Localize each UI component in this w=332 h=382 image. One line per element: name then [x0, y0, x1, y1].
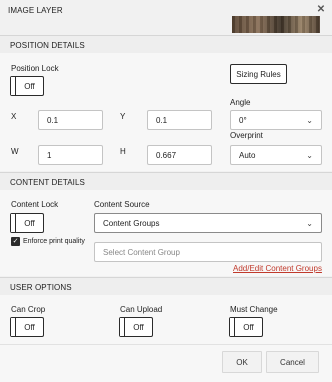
chevron-down-icon: ⌄ [306, 218, 313, 228]
h-value: 0.667 [156, 150, 177, 160]
y-value: 0.1 [156, 115, 168, 125]
enforce-print-quality-label: Enforce print quality [23, 238, 85, 245]
overprint-select[interactable]: Auto ⌄ [230, 145, 322, 165]
must-change-toggle[interactable]: Off [229, 317, 263, 337]
must-change-value: Off [243, 322, 254, 332]
close-icon[interactable]: ✕ [316, 5, 326, 15]
x-input[interactable]: 0.1 [38, 110, 103, 130]
x-value: 0.1 [47, 115, 59, 125]
can-upload-label: Can Upload [120, 305, 163, 314]
can-upload-value: Off [133, 322, 144, 332]
angle-select[interactable]: 0° ⌄ [230, 110, 322, 130]
angle-label: Angle [230, 98, 251, 107]
enforce-print-quality-checkbox[interactable]: ✓ [11, 237, 20, 246]
cancel-button[interactable]: Cancel [266, 351, 319, 373]
position-lock-value: Off [24, 81, 35, 91]
dialog-title: IMAGE LAYER [8, 6, 63, 15]
x-label: X [11, 112, 17, 121]
chevron-down-icon: ⌄ [306, 150, 313, 160]
w-input[interactable]: 1 [38, 145, 103, 165]
h-input[interactable]: 0.667 [147, 145, 212, 165]
ok-button[interactable]: OK [222, 351, 262, 373]
content-source-label: Content Source [94, 200, 150, 209]
sizing-rules-button[interactable]: Sizing Rules [230, 64, 287, 84]
content-source-select[interactable]: Content Groups ⌄ [94, 213, 322, 233]
angle-value: 0° [239, 115, 247, 125]
y-input[interactable]: 0.1 [147, 110, 212, 130]
w-value: 1 [47, 150, 52, 160]
content-lock-value: Off [24, 218, 35, 228]
w-label: W [11, 147, 19, 156]
image-thumbnail [232, 16, 320, 33]
can-upload-toggle[interactable]: Off [119, 317, 153, 337]
position-lock-toggle[interactable]: Off [10, 76, 44, 96]
h-label: H [120, 147, 126, 156]
can-crop-value: Off [24, 322, 35, 332]
position-lock-label: Position Lock [11, 64, 59, 73]
can-crop-label: Can Crop [11, 305, 46, 314]
y-label: Y [120, 112, 126, 121]
content-lock-toggle[interactable]: Off [10, 213, 44, 233]
content-group-input[interactable]: Select Content Group [94, 242, 322, 262]
user-options-heading: USER OPTIONS [0, 277, 332, 295]
overprint-label: Overprint [230, 131, 263, 140]
content-lock-label: Content Lock [11, 200, 59, 209]
content-source-value: Content Groups [103, 218, 160, 228]
content-details-heading: CONTENT DETAILS [0, 172, 332, 190]
must-change-label: Must Change [230, 305, 278, 314]
overprint-value: Auto [239, 150, 256, 160]
add-edit-content-groups-link[interactable]: Add/Edit Content Groups [233, 264, 322, 273]
chevron-down-icon: ⌄ [306, 115, 313, 125]
can-crop-toggle[interactable]: Off [10, 317, 44, 337]
content-group-placeholder: Select Content Group [103, 247, 180, 257]
position-details-heading: POSITION DETAILS [0, 35, 332, 53]
user-options-section [0, 295, 332, 344]
